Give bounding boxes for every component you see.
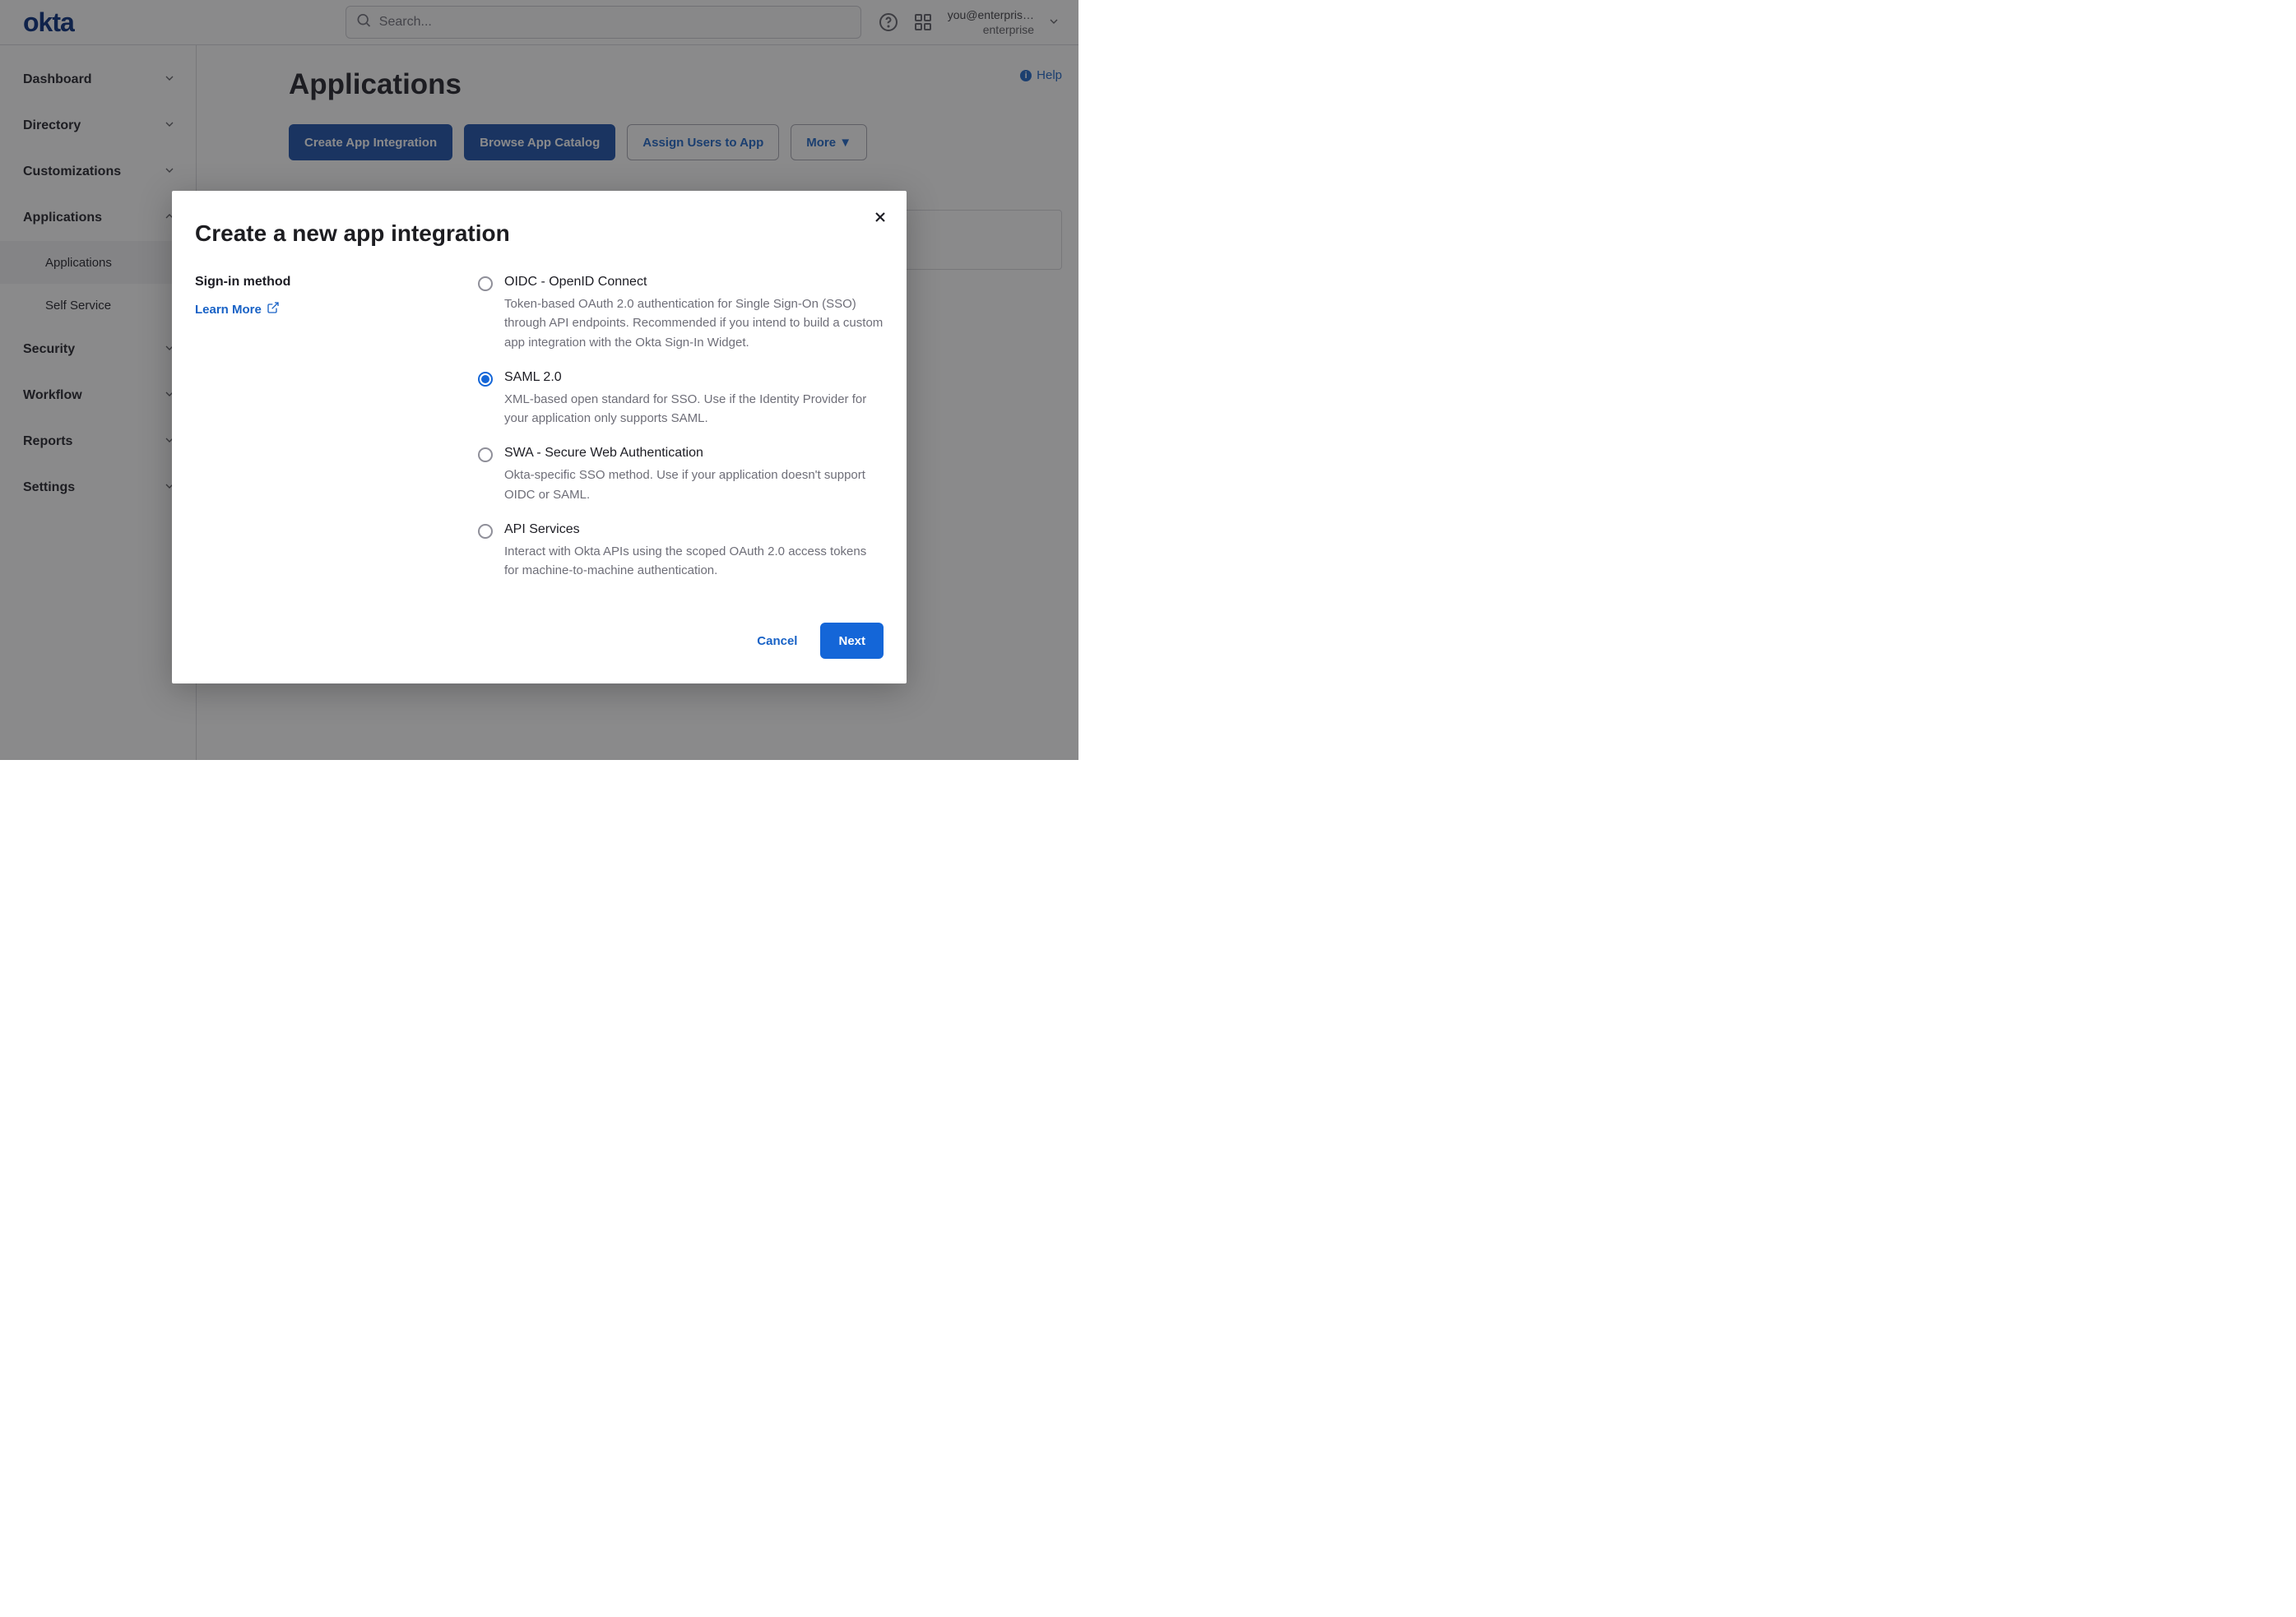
modal-title: Create a new app integration (195, 220, 884, 247)
modal-left: Sign-in method Learn More (195, 275, 450, 580)
radio-option-swa[interactable]: SWA - Secure Web Authentication Okta-spe… (478, 446, 884, 504)
modal-body: Sign-in method Learn More OIDC - OpenID … (195, 275, 884, 580)
radio-icon (478, 524, 493, 539)
radio-icon (478, 372, 493, 387)
radio-desc: Token-based OAuth 2.0 authentication for… (504, 294, 884, 352)
create-app-modal: Create a new app integration Sign-in met… (172, 191, 907, 683)
modal-overlay: Create a new app integration Sign-in met… (0, 0, 1078, 760)
cancel-button[interactable]: Cancel (750, 626, 804, 656)
radio-desc: XML-based open standard for SSO. Use if … (504, 390, 884, 429)
learn-more-text: Learn More (195, 303, 262, 317)
next-button[interactable]: Next (820, 623, 884, 659)
radio-title: SAML 2.0 (504, 370, 884, 385)
radio-desc: Interact with Okta APIs using the scoped… (504, 542, 884, 581)
close-button[interactable] (872, 209, 888, 229)
radio-icon (478, 447, 493, 462)
modal-footer: Cancel Next (195, 623, 884, 659)
external-link-icon (267, 301, 280, 317)
radio-title: API Services (504, 522, 884, 537)
radio-desc: Okta-specific SSO method. Use if your ap… (504, 466, 884, 504)
learn-more-link[interactable]: Learn More (195, 301, 280, 317)
radio-option-saml[interactable]: SAML 2.0 XML-based open standard for SSO… (478, 370, 884, 429)
radio-icon (478, 276, 493, 291)
modal-right: OIDC - OpenID Connect Token-based OAuth … (478, 275, 884, 580)
signin-method-label: Sign-in method (195, 275, 450, 290)
radio-option-api-services[interactable]: API Services Interact with Okta APIs usi… (478, 522, 884, 581)
radio-title: SWA - Secure Web Authentication (504, 446, 884, 461)
radio-title: OIDC - OpenID Connect (504, 275, 884, 290)
radio-option-oidc[interactable]: OIDC - OpenID Connect Token-based OAuth … (478, 275, 884, 352)
